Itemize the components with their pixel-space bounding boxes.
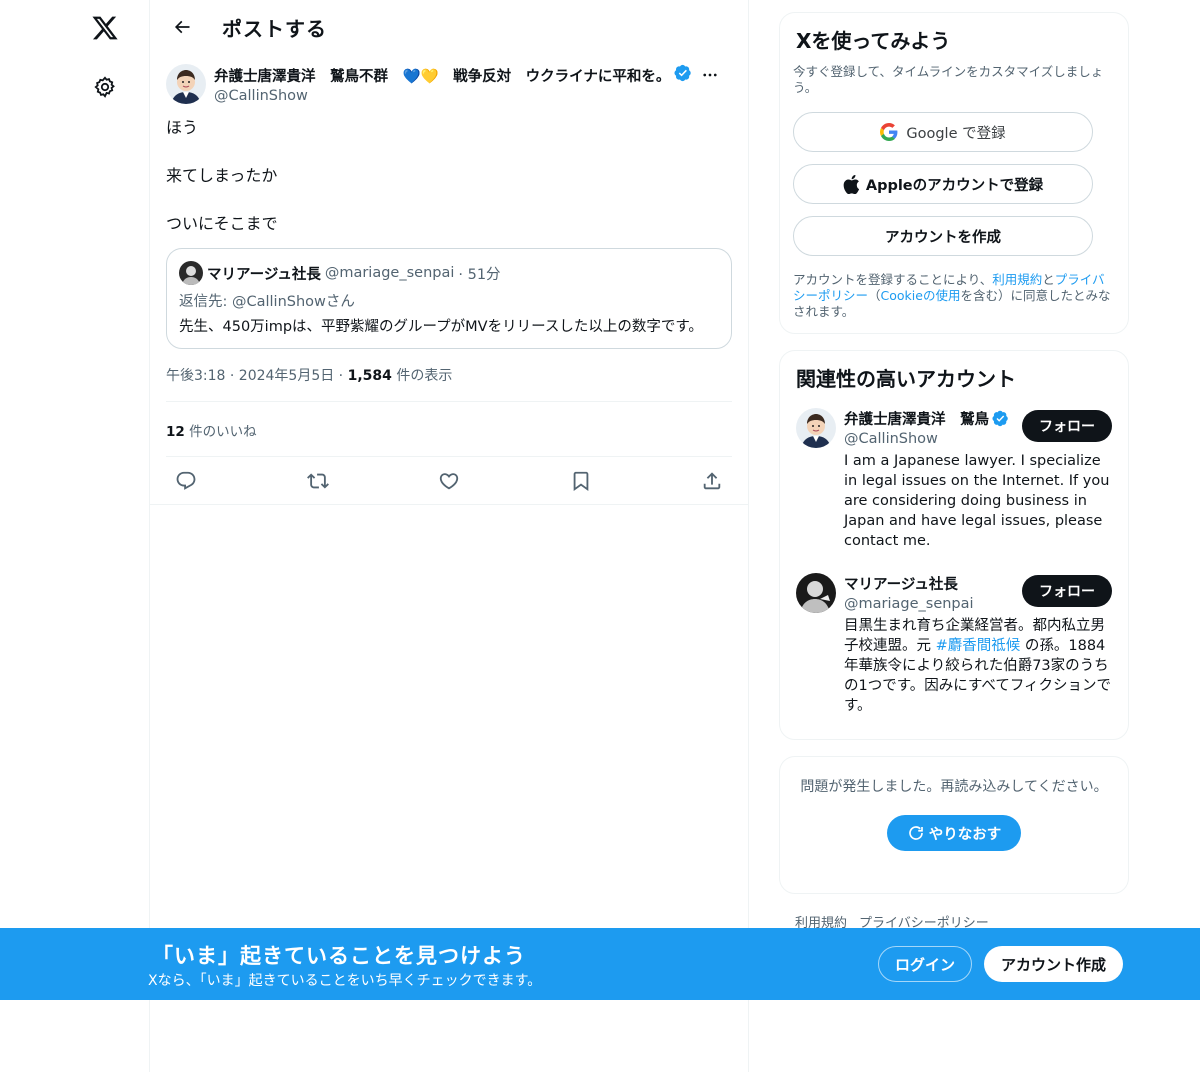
account-handle: @mariage_senpai <box>844 596 974 612</box>
account-info: 弁護士唐澤貴洋 鷲鳥 @CallinShow フォロー I am a Japan… <box>844 408 1112 551</box>
quoted-post-header: マリアージュ社長 @mariage_senpai · 51分 <box>179 261 719 285</box>
create-account-button[interactable]: アカウントを作成 <box>793 216 1093 256</box>
signup-subtitle: 今すぐ登録して、タイムラインをカスタマイズしましょう。 <box>793 64 1104 95</box>
likes-summary[interactable]: 12 件のいいね <box>166 402 732 457</box>
post-text: ほう 来てしまったか ついにそこまで <box>166 116 732 236</box>
cookie-link[interactable]: Cookieの使用 <box>881 288 961 303</box>
apple-icon <box>843 174 860 194</box>
verified-badge-icon <box>992 410 1009 427</box>
views-count: 1,584 <box>347 368 392 384</box>
terms-link[interactable]: 利用規約 <box>992 272 1042 287</box>
apple-signup-button[interactable]: Appleのアカウントで登録 <box>793 164 1093 204</box>
quoted-post-text: 先生、450万impは、平野紫耀のグループがMVをリリースした以上の数字です。 <box>179 319 703 335</box>
account-bio: 目黒生まれ育ち企業経営者。都内私立男子校連盟。元 #麝香間祗候 の孫。1884年… <box>844 616 1112 716</box>
avatar <box>179 261 203 285</box>
account-row: マリアージュ社長 @mariage_senpai フォロー <box>844 573 1112 612</box>
retry-button[interactable]: やりなおす <box>887 815 1021 851</box>
post-paragraph: ほう <box>166 118 199 137</box>
error-message: 問題が発生しました。再読み込みしてください。 <box>800 779 1108 795</box>
follow-button[interactable]: フォロー <box>1022 410 1112 442</box>
more-options-icon[interactable] <box>698 65 722 85</box>
action-bar <box>150 457 748 505</box>
gear-icon[interactable] <box>83 65 127 109</box>
author-name[interactable]: 弁護士唐澤貴洋 鷲鳥不群 💙💛 戦争反対 ウクライナに平和を。 <box>214 65 670 86</box>
signup-title: Xを使ってみよう <box>796 29 951 53</box>
google-signup-button[interactable]: Google で登録 <box>793 112 1093 152</box>
account-name: マリアージュ社長 <box>844 577 958 593</box>
author-block: 弁護士唐澤貴洋 鷲鳥不群 💙💛 戦争反対 ウクライナに平和を。 @CallinS… <box>214 64 732 104</box>
post-header: 弁護士唐澤貴洋 鷲鳥不群 💙💛 戦争反対 ウクライナに平和を。 @CallinS… <box>166 64 732 104</box>
legal-text: （ <box>868 288 881 303</box>
create-account-label: アカウントを作成 <box>885 229 1001 246</box>
bookmark-icon[interactable] <box>565 465 597 497</box>
left-nav <box>0 0 150 1072</box>
banner-subtext: Xなら、「いま」起きていることをいち早くチェックできます。 <box>148 973 542 989</box>
account-bio: I am a Japanese lawyer. I specialize in … <box>844 453 1110 549</box>
quoted-author-name: マリアージュ社長 <box>207 266 321 283</box>
legal-text: と <box>1042 272 1055 287</box>
account-handle: @CallinShow <box>844 431 938 447</box>
login-button[interactable]: ログイン <box>878 946 972 982</box>
main-column: ポストする 弁護士唐澤貴洋 鷲鳥不群 💙💛 戦争反対 ウクライナに平和を。 @C… <box>150 0 749 1072</box>
reply-icon[interactable] <box>170 465 202 497</box>
post-paragraph: ついにそこまで <box>166 214 278 233</box>
repost-icon[interactable] <box>302 465 334 497</box>
post-paragraph: 来てしまったか <box>166 166 278 185</box>
account-row: 弁護士唐澤貴洋 鷲鳥 @CallinShow フォロー <box>844 408 1112 447</box>
apple-signup-label: Appleのアカウントで登録 <box>865 177 1044 194</box>
account-names: 弁護士唐澤貴洋 鷲鳥 @CallinShow <box>844 408 1022 447</box>
google-signup-label: Google で登録 <box>906 125 1006 142</box>
likes-count: 12 <box>166 424 185 440</box>
post-meta: 午後3:18 · 2024年5月5日 · 1,584 件の表示 <box>166 365 732 402</box>
reply-to-label: 返信先: @CallinShowさん <box>179 294 355 310</box>
account-name-row: 弁護士唐澤貴洋 鷲鳥 <box>844 408 1022 429</box>
page-root: ポストする 弁護士唐澤貴洋 鷲鳥不群 💙💛 戦争反対 ウクライナに平和を。 @C… <box>0 0 1200 1072</box>
author-name-row: 弁護士唐澤貴洋 鷲鳥不群 💙💛 戦争反対 ウクライナに平和を。 <box>214 64 732 86</box>
signup-card: Xを使ってみよう 今すぐ登録して、タイムラインをカスタマイズしましょう。 Goo… <box>779 12 1129 334</box>
arrow-left-icon[interactable] <box>164 9 200 45</box>
login-banner: 「いま」起きていることを見つけよう Xなら、「いま」起きていることをいち早くチェ… <box>0 928 1200 1000</box>
refresh-icon <box>907 824 925 842</box>
quoted-post[interactable]: マリアージュ社長 @mariage_senpai · 51分 返信先: @Cal… <box>166 248 732 349</box>
account-info: マリアージュ社長 @mariage_senpai フォロー 目黒生まれ育ち企業経… <box>844 573 1112 716</box>
views-label: 件の表示 <box>391 368 453 384</box>
google-icon <box>880 123 898 141</box>
avatar[interactable] <box>796 573 836 613</box>
signup-button[interactable]: アカウント作成 <box>984 946 1123 982</box>
related-title: 関連性の高いアカウント <box>796 367 1016 391</box>
author-handle[interactable]: @CallinShow <box>214 88 732 104</box>
account-name: 弁護士唐澤貴洋 鷲鳥 <box>844 412 989 428</box>
like-icon[interactable] <box>433 465 465 497</box>
related-accounts-card: 関連性の高いアカウント 弁護士唐澤貴洋 鷲鳥 @CallinShow フォロー … <box>779 350 1129 740</box>
account-item[interactable]: 弁護士唐澤貴洋 鷲鳥 @CallinShow フォロー I am a Japan… <box>796 408 1112 551</box>
quoted-post-time: · 51分 <box>458 266 501 283</box>
verified-badge-icon <box>674 64 692 86</box>
account-names: マリアージュ社長 @mariage_senpai <box>844 573 1022 612</box>
legal-notice: アカウントを登録することにより、利用規約とプライバシーポリシー（Cookieの使… <box>793 272 1115 320</box>
likes-label: 件のいいね <box>184 424 257 440</box>
account-item[interactable]: マリアージュ社長 @mariage_senpai フォロー 目黒生まれ育ち企業経… <box>796 573 1112 716</box>
banner-headline: 「いま」起きていることを見つけよう <box>152 944 526 968</box>
retry-label: やりなおす <box>928 826 1002 843</box>
x-logo-icon[interactable] <box>83 6 127 50</box>
legal-text: アカウントを登録することにより、 <box>793 272 993 287</box>
right-sidebar: Xを使ってみよう 今すぐ登録して、タイムラインをカスタマイズしましょう。 Goo… <box>779 12 1129 931</box>
hashtag-link[interactable]: #麝香間祗候 <box>936 638 1021 654</box>
quoted-author-handle: @mariage_senpai <box>324 265 455 281</box>
avatar[interactable] <box>166 64 206 104</box>
error-card: 問題が発生しました。再読み込みしてください。 やりなおす <box>779 756 1129 894</box>
share-icon[interactable] <box>696 465 728 497</box>
page-title: ポストする <box>222 16 327 41</box>
post: 弁護士唐澤貴洋 鷲鳥不群 💙💛 戦争反対 ウクライナに平和を。 @CallinS… <box>150 54 748 505</box>
header-bar: ポストする <box>150 0 748 54</box>
post-timestamp[interactable]: 午後3:18 · 2024年5月5日 · <box>166 368 348 384</box>
follow-button[interactable]: フォロー <box>1022 575 1112 607</box>
avatar[interactable] <box>796 408 836 448</box>
